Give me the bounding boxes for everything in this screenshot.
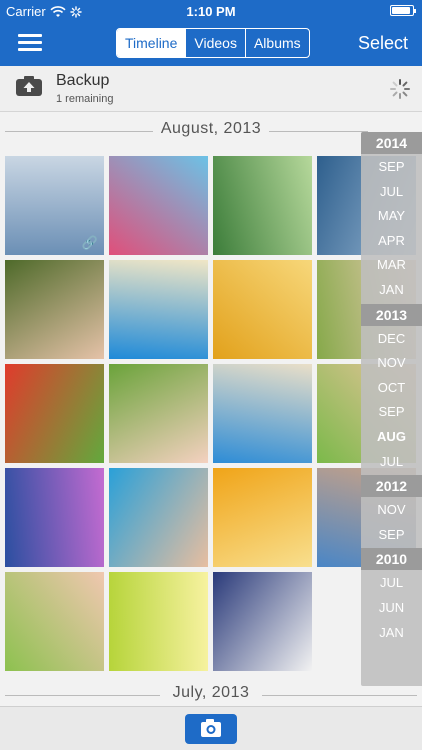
section-title: August, 2013: [152, 120, 270, 137]
tulips-photo[interactable]: [5, 364, 104, 463]
index-month[interactable]: AUG: [361, 426, 422, 448]
ocean-beach-photo[interactable]: [213, 364, 312, 463]
status-bar: Carrier 1:10 PM: [0, 0, 422, 22]
backup-title: Backup: [56, 72, 110, 89]
index-month[interactable]: APR: [361, 230, 422, 252]
index-year[interactable]: 2014: [361, 132, 422, 154]
index-month[interactable]: SEP: [361, 156, 422, 178]
bottom-toolbar: [0, 706, 422, 750]
backup-row[interactable]: Backup 1 remaining: [0, 66, 422, 112]
index-year[interactable]: 2012: [361, 475, 422, 498]
autumn-leaves-photo[interactable]: [213, 468, 312, 567]
loading-spinner-icon: [390, 79, 410, 99]
index-month[interactable]: JAN: [361, 279, 422, 301]
woman-phone-photo[interactable]: [5, 260, 104, 359]
girl-tablet-photo[interactable]: [213, 260, 312, 359]
section-header: August, 2013: [0, 120, 422, 144]
cupcakes-photo[interactable]: [109, 156, 208, 255]
index-month[interactable]: SEP: [361, 401, 422, 423]
city-river-photo[interactable]: 🔗: [5, 156, 104, 255]
index-month[interactable]: JUL: [361, 572, 422, 594]
index-month[interactable]: JUL: [361, 181, 422, 203]
index-month[interactable]: MAR: [361, 254, 422, 276]
index-year[interactable]: 2010: [361, 548, 422, 571]
tab-albums[interactable]: Albums: [244, 29, 309, 57]
battery-icon: [390, 5, 416, 16]
index-month[interactable]: JUL: [361, 451, 422, 473]
link-icon: 🔗: [81, 235, 98, 250]
sisters-photo[interactable]: [5, 572, 104, 671]
index-month[interactable]: NOV: [361, 352, 422, 374]
camera-icon: [201, 719, 221, 737]
index-month[interactable]: NOV: [361, 499, 422, 521]
camera-button[interactable]: [185, 714, 237, 744]
top-bar: Carrier 1:10 PM Timeline Videos Albums Sel…: [0, 0, 422, 66]
clock: 1:10 PM: [186, 4, 236, 19]
section-header: July, 2013: [0, 684, 422, 708]
index-month[interactable]: JUN: [361, 597, 422, 619]
index-month[interactable]: OCT: [361, 377, 422, 399]
index-month[interactable]: JAN: [361, 622, 422, 644]
flower-meadow-photo[interactable]: [109, 572, 208, 671]
index-month[interactable]: SEP: [361, 524, 422, 546]
graduate-photo[interactable]: [213, 572, 312, 671]
index-month[interactable]: MAY: [361, 205, 422, 227]
couple-photo[interactable]: [109, 468, 208, 567]
waterfall-photo[interactable]: [213, 156, 312, 255]
tab-videos[interactable]: Videos: [185, 29, 245, 57]
backup-subtitle: 1 remaining: [56, 93, 114, 105]
coral-reef-photo[interactable]: [5, 468, 104, 567]
tab-timeline[interactable]: Timeline: [117, 29, 186, 57]
index-year[interactable]: 2013: [361, 303, 422, 326]
select-button[interactable]: Select: [358, 33, 408, 54]
index-month[interactable]: DEC: [361, 328, 422, 350]
view-segmented-control: Timeline Videos Albums: [116, 28, 310, 58]
date-index-scrubber[interactable]: 2014 SEP JUL MAY APR MAR JAN 2013 DEC NOV OCT SEP AU…: [361, 132, 422, 686]
girl-watermelon-photo[interactable]: [109, 364, 208, 463]
hamburger-icon[interactable]: [18, 34, 42, 52]
beach-ball-photo[interactable]: [109, 260, 208, 359]
section-title: July, 2013: [164, 684, 258, 701]
camera-upload-icon: [16, 76, 42, 96]
